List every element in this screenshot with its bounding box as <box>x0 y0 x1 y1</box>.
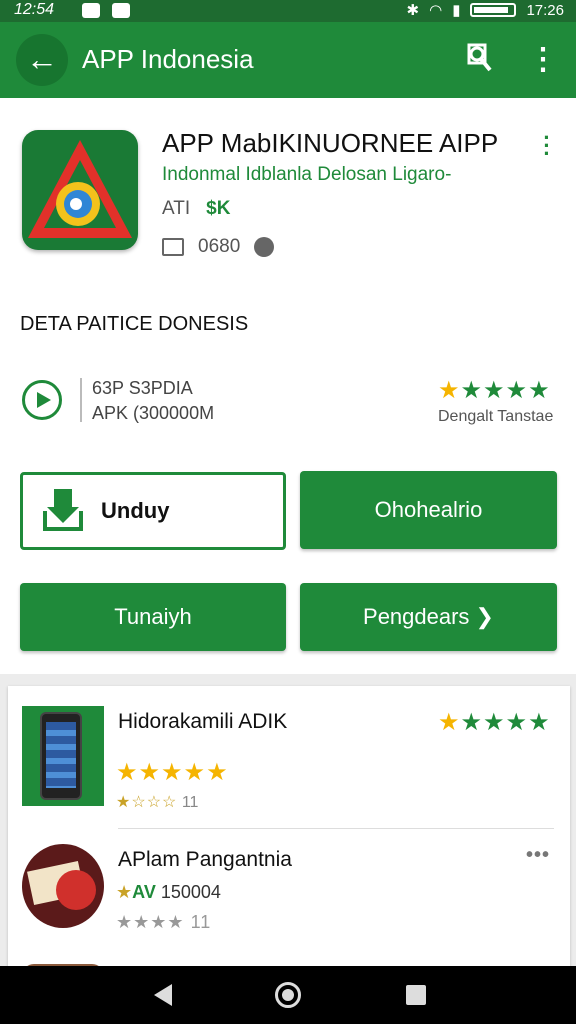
wifi-icon: ◠ <box>429 2 443 19</box>
list-item-extra: V <box>143 882 156 902</box>
app-meta-value: 0680 <box>198 236 241 257</box>
list-item-rating: ★★★★★ <box>438 709 551 736</box>
content-rating-icon <box>162 238 184 256</box>
secondary-action-button[interactable]: Ohohealrio <box>300 471 557 549</box>
back-arrow-icon[interactable]: ← <box>16 34 68 86</box>
list-item-mark: A <box>132 882 144 902</box>
lock-icon <box>254 237 275 257</box>
app-meta-prefix: ATI <box>162 198 191 219</box>
nav-recents-icon[interactable] <box>406 985 426 1005</box>
list-item-title[interactable]: APlam Pangantnia <box>118 848 292 872</box>
app-detail-card: APP MabIKINUORNEE AIPP Indonmal Idblanla… <box>0 98 576 674</box>
signal-icon: ▮ <box>452 2 461 19</box>
list-divider <box>118 828 554 829</box>
list-item-title[interactable]: Hidorakamili ADIK <box>118 710 287 734</box>
app-thumbnail[interactable] <box>22 706 104 806</box>
system-nav-bar <box>0 966 576 1024</box>
download-button[interactable]: Unduy <box>20 472 286 550</box>
app-developer[interactable]: Indonmal Idblanla Delosan Ligaro- <box>162 164 451 186</box>
notification-icon <box>82 3 100 18</box>
card-more-icon[interactable]: · · · <box>540 127 554 165</box>
app-name: APP MabIKINUORNEE AIPP <box>162 128 499 158</box>
rating-label: Dengalt Tanstae <box>438 408 554 425</box>
related-apps-list: Hidorakamili ADIK ★★★★★ ★★★★★ ★☆☆☆ 11 AP… <box>8 686 570 976</box>
app-meta-row: ATI $K <box>162 198 230 220</box>
info-divider <box>80 378 82 422</box>
info-line-1: 63P S3PDIA <box>92 378 193 398</box>
app-meta-row-2: 0680 <box>162 236 275 258</box>
search-icon[interactable] <box>462 42 496 76</box>
download-label: Unduy <box>101 498 170 523</box>
section-title: DETA PAITICE DONESIS <box>20 313 249 335</box>
app-bar: ← APP Indonesia ⋮ <box>0 22 576 98</box>
next-button[interactable]: Pengdears ❯ <box>300 583 557 651</box>
primary-action-button[interactable]: Tunaiyh <box>20 583 286 651</box>
list-item-stars: ★★★★★ <box>116 759 229 786</box>
list-item-meta-stars: ★★★★ <box>116 912 185 932</box>
list-item-meta: ★★★★ 11 <box>116 912 211 933</box>
status-time: 12:54 <box>14 1 55 18</box>
list-item-meta: ★☆☆☆ 11 <box>116 792 198 812</box>
star-icon: ★ <box>116 882 133 902</box>
app-bar-title: APP Indonesia <box>82 44 254 74</box>
battery-icon <box>470 3 517 17</box>
rating-stars: ★★★★★ <box>438 377 551 404</box>
app-thumbnail[interactable] <box>22 844 104 928</box>
app-logo-icon <box>22 130 138 250</box>
list-item-meta-stars: ★☆☆☆ <box>116 794 178 811</box>
more-horiz-icon[interactable]: ••• <box>526 844 550 867</box>
app-meta-highlight: $K <box>206 198 231 219</box>
download-icon <box>41 489 85 533</box>
list-item-count: 11 <box>190 912 212 932</box>
list-item-value: 150004 <box>160 882 221 902</box>
status-clock-right: 17:26 <box>526 1 564 19</box>
info-line-2: APK (300000M <box>92 403 215 423</box>
message-icon <box>112 3 130 18</box>
bluetooth-icon: ✱ <box>406 2 420 19</box>
more-vert-icon[interactable]: ⋮ <box>528 40 558 80</box>
list-item-subline: ★AV 150004 <box>116 882 221 903</box>
list-item-count: 11 <box>181 794 199 811</box>
nav-back-icon[interactable] <box>154 984 172 1006</box>
status-bar: 12:54 ✱ ◠ ▮ 17:26 <box>0 0 576 22</box>
nav-home-icon[interactable] <box>275 982 301 1008</box>
play-circle-icon <box>22 380 62 420</box>
